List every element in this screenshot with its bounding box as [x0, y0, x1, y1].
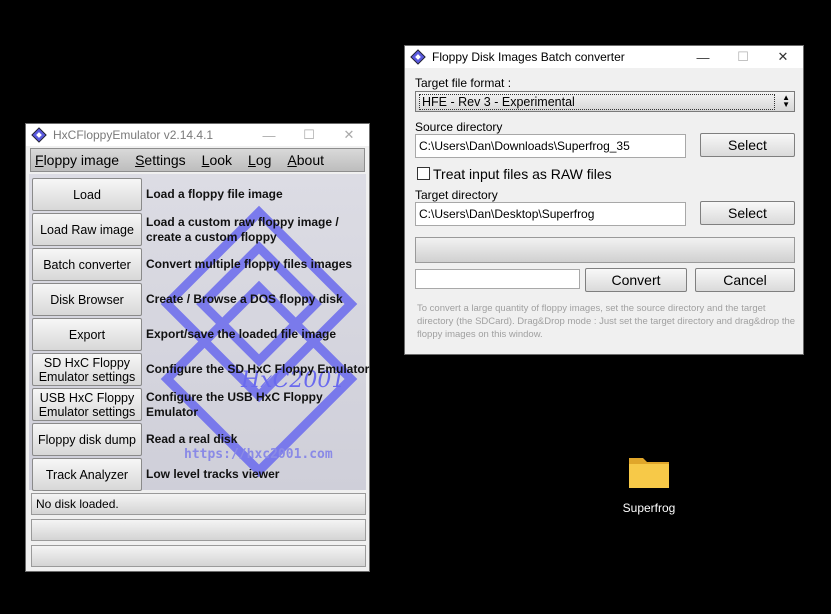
hxc-menubar: Floppy image Settings Look Log About — [30, 148, 365, 172]
folder-icon — [629, 458, 669, 488]
status-field — [415, 269, 580, 289]
load-raw-image-button[interactable]: Load Raw image — [32, 213, 142, 246]
menu-log[interactable]: Log — [248, 152, 271, 168]
batch-titlebar[interactable]: Floppy Disk Images Batch converter — ☐ ✕ — [405, 46, 803, 68]
status-bar-3 — [31, 545, 366, 567]
menu-about[interactable]: About — [287, 152, 324, 168]
menu-settings[interactable]: Settings — [135, 152, 186, 168]
row-load: Load Load a floppy file image — [32, 178, 370, 211]
close-icon[interactable]: ✕ — [329, 124, 369, 146]
raw-files-label: Treat input files as RAW files — [433, 166, 612, 182]
disk-browser-button[interactable]: Disk Browser — [32, 283, 142, 316]
track-analyzer-desc: Low level tracks viewer — [146, 467, 280, 481]
hxc-main-window: HxCFloppyEmulator v2.14.4.1 — ☐ ✕ Floppy… — [25, 123, 370, 572]
load-desc: Load a floppy file image — [146, 187, 283, 201]
usb-settings-desc: Configure the USB HxC Floppy Emulator — [146, 389, 323, 419]
sd-settings-button[interactable]: SD HxC Floppy Emulator settings — [32, 353, 142, 386]
maximize-icon: ☐ — [303, 127, 315, 142]
source-select-button[interactable]: Select — [700, 133, 795, 157]
load-raw-desc: Load a custom raw floppy image / create … — [146, 214, 339, 244]
minimize-icon[interactable]: — — [249, 124, 289, 146]
desktop-folder-superfrog[interactable]: Superfrog — [618, 452, 680, 515]
export-desc: Export/save the loaded file image — [146, 327, 337, 341]
target-format-select[interactable]: HFE - Rev 3 - Experimental ▲ ▼ — [415, 91, 795, 112]
row-sd-settings: SD HxC Floppy Emulator settings Configur… — [32, 353, 370, 386]
conversion-progress-bar — [415, 237, 795, 263]
hxc-button-panel: HxC2001 Load Load a floppy file image Lo… — [29, 174, 369, 491]
source-directory-field[interactable]: C:\Users\Dan\Downloads\Superfrog_35 — [415, 134, 686, 158]
sd-settings-desc: Configure the SD HxC Floppy Emulator — [146, 362, 370, 376]
maximize-icon: ☐ — [737, 49, 749, 64]
row-track-analyzer: Track Analyzer Low level tracks viewer — [32, 458, 370, 491]
minimize-icon[interactable]: — — [683, 46, 723, 68]
target-format-label: Target file format : — [415, 76, 512, 90]
disk-browser-desc: Create / Browse a DOS floppy disk — [146, 292, 343, 306]
batch-window-title: Floppy Disk Images Batch converter — [432, 50, 625, 64]
hxc-app-icon — [31, 127, 47, 143]
batch-help-text: To convert a large quantity of floppy im… — [417, 303, 796, 340]
row-batch: Batch converter Convert multiple floppy … — [32, 248, 370, 281]
hxc-window-title: HxCFloppyEmulator v2.14.4.1 — [53, 128, 214, 142]
hxc-titlebar[interactable]: HxCFloppyEmulator v2.14.4.1 — ☐ ✕ — [26, 124, 369, 146]
row-export: Export Export/save the loaded file image — [32, 318, 370, 351]
menu-floppy-image[interactable]: Floppy image — [35, 152, 119, 168]
target-format-value: HFE - Rev 3 - Experimental — [419, 93, 775, 110]
cancel-button[interactable]: Cancel — [695, 268, 795, 292]
batch-app-icon — [410, 49, 426, 65]
track-analyzer-button[interactable]: Track Analyzer — [32, 458, 142, 491]
target-select-button[interactable]: Select — [700, 201, 795, 225]
load-button[interactable]: Load — [32, 178, 142, 211]
batch-desc: Convert multiple floppy files images — [146, 257, 353, 271]
spinner-arrows-icon: ▲ ▼ — [782, 93, 790, 109]
usb-settings-button[interactable]: USB HxC Floppy Emulator settings — [32, 388, 142, 421]
batch-converter-window: Floppy Disk Images Batch converter — ☐ ✕… — [404, 45, 804, 355]
menu-look[interactable]: Look — [202, 152, 232, 168]
close-icon[interactable]: ✕ — [763, 46, 803, 68]
target-directory-field[interactable]: C:\Users\Dan\Desktop\Superfrog — [415, 202, 686, 226]
target-directory-label: Target directory — [415, 188, 498, 202]
row-disk-browser: Disk Browser Create / Browse a DOS flopp… — [32, 283, 370, 316]
batch-converter-button[interactable]: Batch converter — [32, 248, 142, 281]
row-usb-settings: USB HxC Floppy Emulator settings Configu… — [32, 388, 370, 421]
export-button[interactable]: Export — [32, 318, 142, 351]
floppy-disk-dump-button[interactable]: Floppy disk dump — [32, 423, 142, 456]
source-directory-label: Source directory — [415, 120, 503, 134]
status-bar: No disk loaded. — [31, 493, 366, 515]
folder-label: Superfrog — [622, 501, 676, 515]
raw-files-checkbox[interactable] — [417, 167, 430, 180]
row-load-raw: Load Raw image Load a custom raw floppy … — [32, 213, 370, 246]
status-bar-2 — [31, 519, 366, 541]
convert-button[interactable]: Convert — [585, 268, 687, 292]
